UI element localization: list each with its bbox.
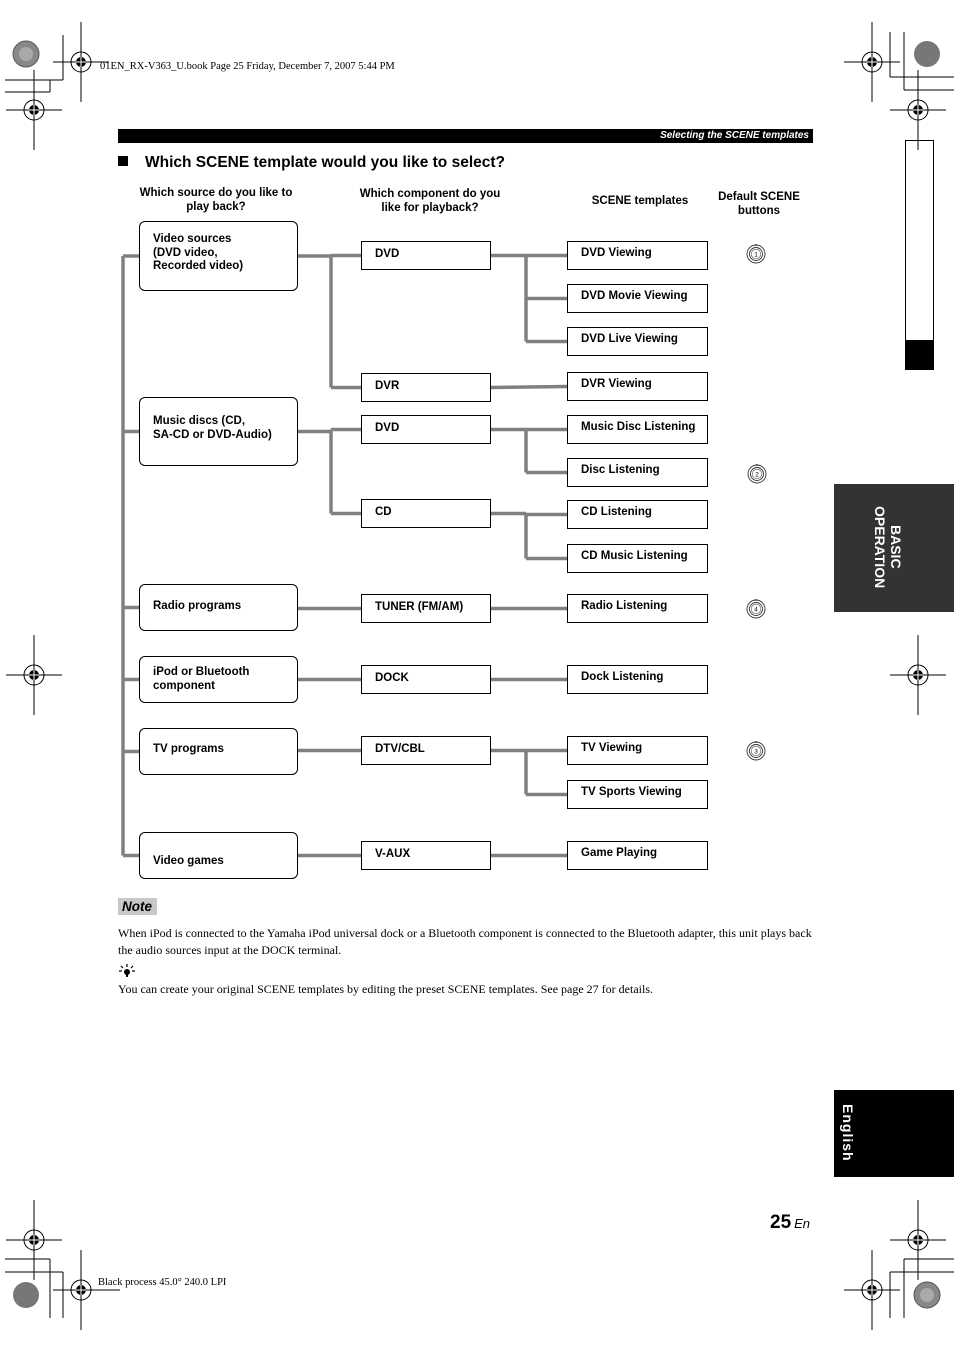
scene-template-box: TV Sports Viewing	[567, 780, 708, 809]
scene-template-box-label: Music Disc Listening	[581, 421, 696, 433]
note-label: Note	[118, 898, 157, 915]
source-box: Video sources (DVD video, Recorded video…	[139, 221, 298, 291]
component-box-label: CD	[375, 506, 392, 518]
scene-button-number: 3	[754, 749, 758, 756]
scene-button-number: 2	[755, 472, 759, 479]
scene-button-number: 1	[754, 252, 758, 259]
source-box-label: Radio programs	[153, 600, 242, 612]
tip-text: You can create your original SCENE templ…	[118, 982, 653, 996]
note-text: When iPod is connected to the Yamaha iPo…	[118, 926, 812, 957]
scene-template-box-label: CD Listening	[581, 506, 652, 518]
component-box: DOCK	[361, 665, 491, 694]
scene-template-box: DVD Movie Viewing	[567, 284, 708, 313]
scene-template-box: Music Disc Listening	[567, 415, 708, 444]
scene-button-2-icon: 2	[747, 464, 767, 484]
scene-template-box: DVD Viewing	[567, 241, 708, 270]
source-box-label: TV programs	[153, 743, 224, 755]
scene-template-box-label: DVD Movie Viewing	[581, 290, 688, 302]
component-box-label: DVD	[375, 422, 400, 434]
scene-template-box: Dock Listening	[567, 665, 708, 694]
source-box-label: iPod or Bluetooth component	[153, 666, 250, 692]
scene-button-4-icon: 4	[746, 599, 766, 619]
source-box: Radio programs	[139, 584, 298, 631]
component-box: DVR	[361, 373, 491, 402]
scene-template-box: Disc Listening	[567, 458, 708, 487]
component-box-label: DTV/CBL	[375, 743, 425, 755]
scene-template-box: CD Music Listening	[567, 544, 708, 573]
component-box: V-AUX	[361, 841, 491, 870]
scene-template-box-label: Game Playing	[581, 847, 658, 859]
scene-template-box-label: CD Music Listening	[581, 550, 688, 562]
component-box-label: DVR	[375, 380, 400, 392]
side-tab-language: English	[834, 1090, 954, 1177]
scene-button-1-icon: 1	[746, 244, 766, 264]
scene-template-box: Radio Listening	[567, 594, 708, 623]
component-box: DTV/CBL	[361, 736, 491, 765]
source-box: iPod or Bluetooth component	[139, 656, 298, 703]
source-box: Music discs (CD, SA-CD or DVD-Audio)	[139, 397, 298, 466]
source-box-label: Video sources (DVD video, Recorded video…	[153, 233, 244, 272]
source-box-label: Video games	[153, 855, 224, 867]
component-box-label: DVD	[375, 248, 400, 260]
scene-template-box: DVR Viewing	[567, 372, 708, 401]
component-box-label: V-AUX	[375, 848, 411, 860]
scene-template-box: DVD Live Viewing	[567, 327, 708, 356]
source-box: Video games	[139, 832, 298, 879]
scene-button-3-icon: 3	[746, 741, 766, 761]
scene-template-box: TV Viewing	[567, 736, 708, 765]
scene-template-box-label: Disc Listening	[581, 464, 660, 476]
scene-button-number: 4	[754, 607, 758, 614]
scene-template-box-label: Dock Listening	[581, 671, 664, 683]
scene-template-box-label: TV Sports Viewing	[581, 786, 682, 798]
scene-template-box: CD Listening	[567, 500, 708, 529]
component-box: CD	[361, 499, 491, 528]
component-box: DVD	[361, 241, 491, 270]
scene-template-box-label: TV Viewing	[581, 742, 643, 754]
source-box-label: Music discs (CD, SA-CD or DVD-Audio)	[153, 415, 272, 441]
scene-template-box-label: Radio Listening	[581, 600, 668, 612]
scene-template-box-label: DVD Live Viewing	[581, 333, 678, 345]
component-box-label: TUNER (FM/AM)	[375, 601, 464, 613]
scene-template-box-label: DVD Viewing	[581, 247, 652, 259]
source-box: TV programs	[139, 728, 298, 775]
scene-template-box: Game Playing	[567, 841, 708, 870]
lightbulb-tip-icon	[118, 964, 136, 978]
thumb-index-marker	[905, 140, 934, 370]
side-tab-basic-operation: BASIC OPERATION	[834, 484, 954, 612]
page-number: 25 En	[770, 1212, 811, 1233]
component-box: TUNER (FM/AM)	[361, 594, 491, 623]
component-box: DVD	[361, 415, 491, 444]
component-box-label: DOCK	[375, 672, 409, 684]
scene-template-box-label: DVR Viewing	[581, 378, 652, 390]
